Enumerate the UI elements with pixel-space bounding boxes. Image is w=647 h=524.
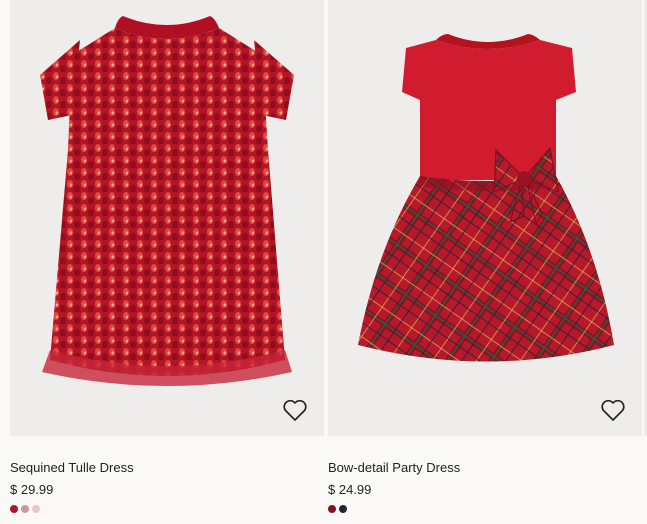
color-swatch[interactable]: [328, 505, 336, 513]
product-card-sequined-tulle-dress[interactable]: Sequined Tulle Dress $ 29.99: [10, 0, 324, 513]
color-swatches: [328, 505, 347, 513]
heart-outline-icon[interactable]: [282, 398, 308, 422]
color-swatch[interactable]: [339, 505, 347, 513]
party-dress-image: [358, 34, 614, 362]
product-title[interactable]: Bow-detail Party Dress: [328, 460, 460, 475]
product-grid: Sequined Tulle Dress $ 29.99 Bow-detail …: [0, 0, 647, 524]
color-swatch[interactable]: [32, 505, 40, 513]
product-price: $ 24.99: [328, 482, 372, 497]
color-swatch[interactable]: [10, 505, 18, 513]
product-image[interactable]: [328, 0, 642, 436]
product-card-bow-detail-party-dress[interactable]: Bow-detail Party Dress $ 24.99: [328, 0, 642, 513]
sequined-dress-image: [40, 16, 294, 386]
product-image[interactable]: [10, 0, 324, 436]
color-swatch[interactable]: [21, 505, 29, 513]
heart-outline-icon[interactable]: [600, 398, 626, 422]
color-swatches: [10, 505, 40, 513]
product-title[interactable]: Sequined Tulle Dress: [10, 460, 134, 475]
product-price: $ 29.99: [10, 482, 54, 497]
